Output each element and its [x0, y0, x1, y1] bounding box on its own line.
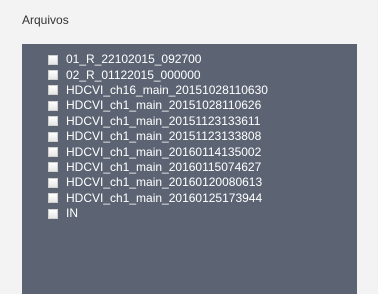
file-checkbox[interactable]	[48, 131, 58, 142]
file-list: 01_R_22102015_092700 02_R_01122015_00000…	[48, 52, 268, 221]
file-checkbox[interactable]	[48, 85, 58, 96]
file-item[interactable]: IN	[48, 206, 268, 221]
file-item[interactable]: 02_R_01122015_000000	[48, 67, 268, 82]
file-label: HDCVI_ch1_main_20160114135002	[66, 144, 262, 159]
file-label: HDCVI_ch1_main_20160125173944	[66, 190, 263, 205]
file-label: HDCVI_ch1_main_20151028110626	[66, 98, 262, 113]
file-checkbox[interactable]	[48, 177, 58, 188]
file-checkbox[interactable]	[48, 147, 58, 158]
file-label: HDCVI_ch1_main_20151123133611	[66, 113, 261, 128]
file-item[interactable]: HDCVI_ch1_main_20151123133611	[48, 114, 268, 129]
file-item[interactable]: HDCVI_ch1_main_20160125173944	[48, 191, 268, 206]
file-item[interactable]: HDCVI_ch1_main_20151123133808	[48, 129, 268, 144]
file-label: HDCVI_ch16_main_20151028110630	[66, 82, 268, 97]
files-panel: Arquivos 01_R_22102015_092700 02_R_01122…	[0, 0, 378, 294]
file-list-box[interactable]: 01_R_22102015_092700 02_R_01122015_00000…	[22, 44, 357, 294]
file-checkbox[interactable]	[48, 116, 58, 127]
file-item[interactable]: HDCVI_ch1_main_20160115074627	[48, 160, 268, 175]
file-label: IN	[66, 206, 78, 221]
file-label: HDCVI_ch1_main_20160120080613	[66, 175, 263, 190]
panel-title: Arquivos	[22, 13, 69, 27]
file-checkbox[interactable]	[48, 70, 58, 81]
file-checkbox[interactable]	[48, 208, 58, 219]
file-label: 02_R_01122015_000000	[66, 67, 201, 82]
file-checkbox[interactable]	[48, 162, 58, 173]
file-item[interactable]: HDCVI_ch16_main_20151028110630	[48, 83, 268, 98]
file-label: 01_R_22102015_092700	[66, 52, 202, 67]
file-item[interactable]: HDCVI_ch1_main_20151028110626	[48, 98, 268, 113]
file-label: HDCVI_ch1_main_20151123133808	[66, 129, 262, 144]
file-checkbox[interactable]	[48, 54, 58, 65]
file-item[interactable]: HDCVI_ch1_main_20160120080613	[48, 175, 268, 190]
file-checkbox[interactable]	[48, 193, 58, 204]
file-label: HDCVI_ch1_main_20160115074627	[66, 159, 262, 174]
file-item[interactable]: HDCVI_ch1_main_20160114135002	[48, 144, 268, 159]
file-item[interactable]: 01_R_22102015_092700	[48, 52, 268, 67]
file-checkbox[interactable]	[48, 100, 58, 111]
